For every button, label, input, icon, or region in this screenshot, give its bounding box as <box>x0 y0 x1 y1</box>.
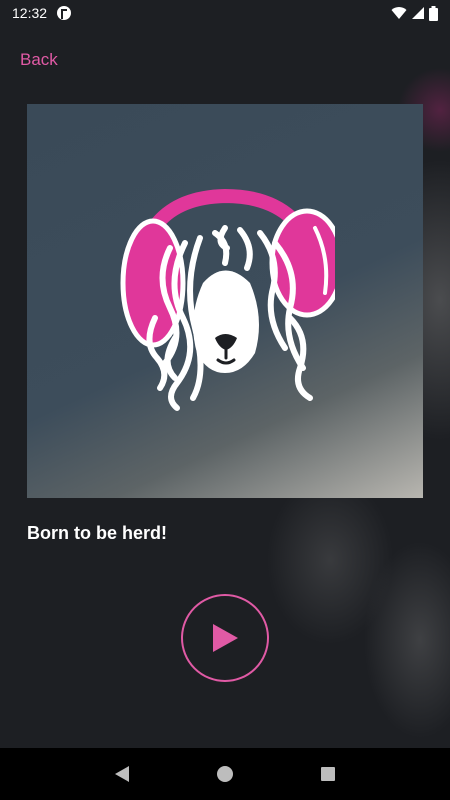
wifi-icon <box>391 7 407 20</box>
signal-icon <box>412 7 424 19</box>
status-bar: 12:32 <box>0 0 450 26</box>
play-icon <box>213 624 238 652</box>
nav-back-button[interactable] <box>112 764 132 784</box>
app-notification-icon <box>57 6 72 20</box>
nav-home-button[interactable] <box>215 764 235 784</box>
status-icons <box>391 5 438 21</box>
album-artwork <box>27 104 423 498</box>
play-button[interactable] <box>181 594 269 682</box>
lamb-headphones-logo <box>120 188 335 411</box>
track-title: Born to be herd! <box>27 523 167 543</box>
back-triangle-icon <box>114 766 129 782</box>
status-time: 12:32 <box>12 5 48 21</box>
navigation-bar <box>0 748 450 800</box>
back-button[interactable]: Back <box>20 50 58 70</box>
battery-icon <box>429 5 438 21</box>
home-circle-icon <box>216 766 233 782</box>
recents-square-icon <box>321 767 336 781</box>
nav-recents-button[interactable] <box>318 764 338 784</box>
